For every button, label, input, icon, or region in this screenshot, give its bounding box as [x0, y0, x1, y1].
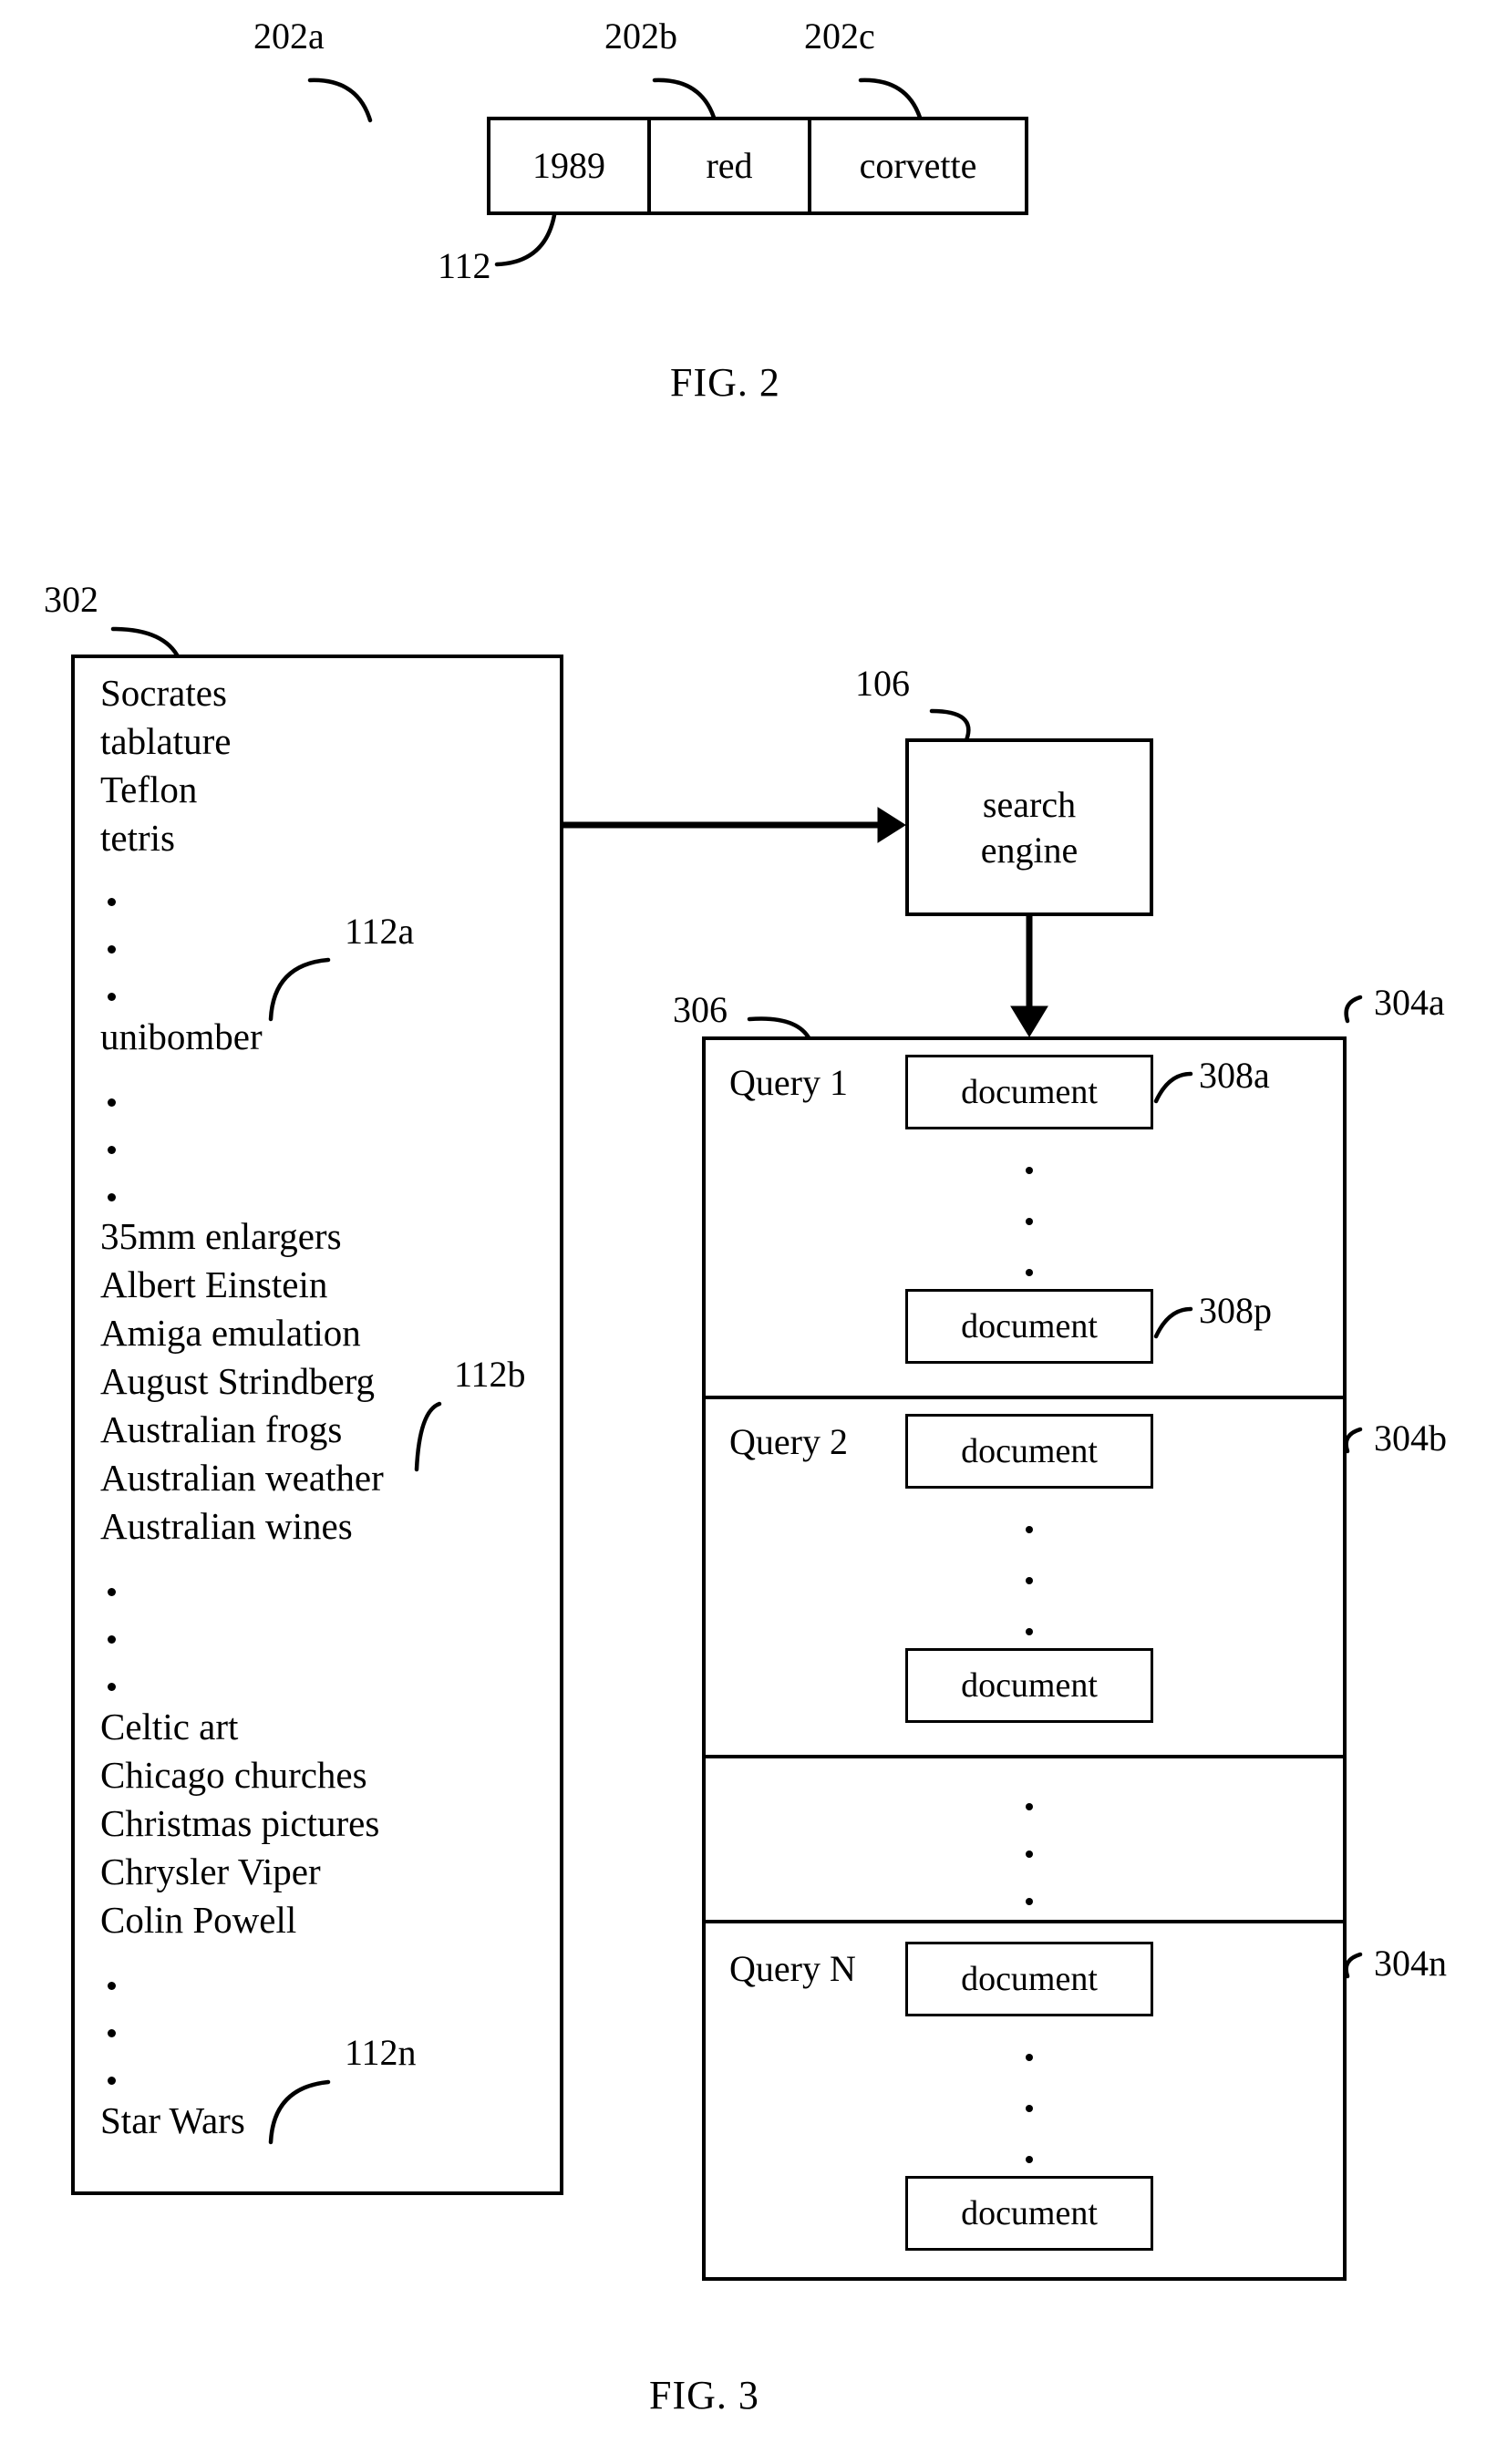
leader-line-304n [1344, 1952, 1363, 1979]
patent-figure-page: 202a 202b 202c 112 1989 red corvette FIG… [0, 0, 1507, 2464]
figure-3-caption: FIG. 3 [649, 2373, 759, 2418]
